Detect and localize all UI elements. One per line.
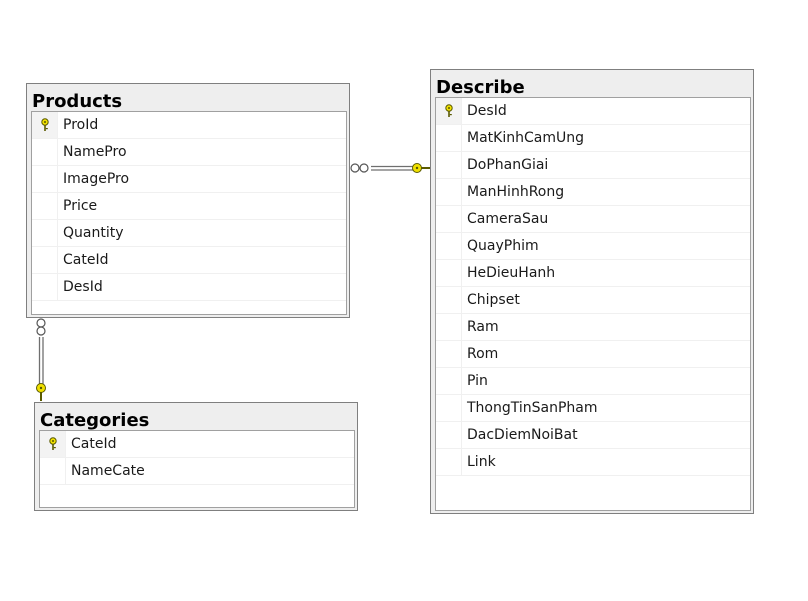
many-end-icon — [36, 318, 46, 328]
key-end-icon — [36, 383, 46, 401]
relationship-products-describe[interactable] — [350, 163, 430, 173]
many-end-icon — [350, 163, 360, 173]
many-end-icon — [359, 163, 369, 173]
many-end-icon — [36, 326, 46, 336]
relationship-products-categories[interactable] — [36, 318, 46, 401]
relationship-connectors — [36, 163, 430, 401]
key-end-icon — [412, 163, 430, 173]
